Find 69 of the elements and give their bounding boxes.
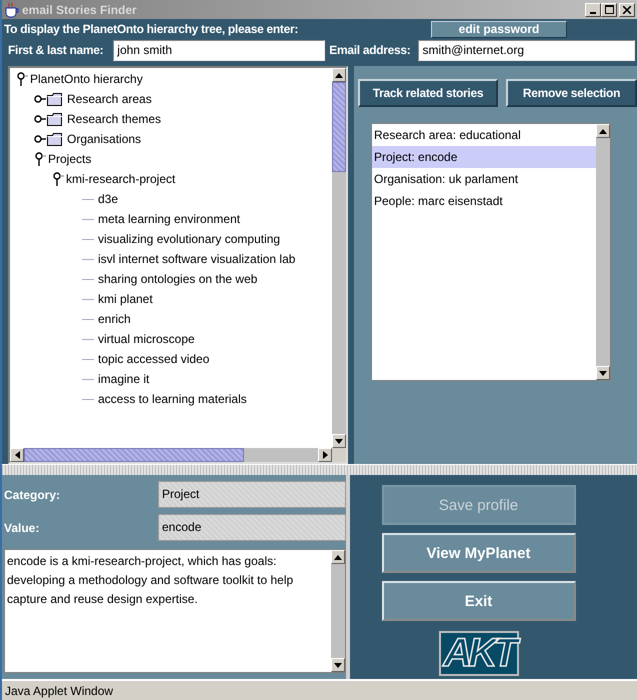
tree-item[interactable]: sharing ontologies on the web: [97, 272, 258, 286]
folder-icon: [47, 92, 63, 106]
scrollbar-thumb[interactable]: [24, 448, 244, 462]
scrollbar-corner: [332, 448, 346, 462]
tree-item[interactable]: Research themes: [66, 112, 162, 126]
value-value: encode: [158, 514, 346, 541]
logo: AKT: [438, 631, 518, 676]
minimize-icon: [590, 12, 596, 14]
name-field[interactable]: john smith: [113, 40, 326, 60]
up-arrow-icon[interactable]: [334, 554, 342, 560]
list-item[interactable]: Research area: educational: [372, 124, 596, 146]
down-arrow-icon[interactable]: [335, 438, 343, 444]
action-button[interactable]: View MyPlanet: [382, 533, 576, 573]
email-field[interactable]: smith@internet.org: [418, 40, 635, 60]
list-item[interactable]: Project: encode: [372, 146, 596, 168]
remove-selection-button[interactable]: Remove selection: [506, 79, 637, 107]
horizontal-scrollbar[interactable]: [10, 448, 346, 462]
splitter-handle[interactable]: [2, 464, 637, 475]
expanded-handle-icon[interactable]: [52, 172, 64, 186]
expanded-handle-icon[interactable]: [34, 152, 46, 166]
tree-item[interactable]: visualizing evolutionary computing: [97, 232, 282, 246]
tree-item[interactable]: kmi planet: [97, 292, 154, 306]
tree-item[interactable]: Research areas: [66, 92, 153, 106]
close-button[interactable]: [619, 2, 635, 16]
maximize-button[interactable]: [601, 2, 617, 16]
category-label: Category:: [4, 488, 62, 502]
list-item[interactable]: People: marc eisenstadt: [372, 190, 596, 212]
action-button[interactable]: Exit: [382, 581, 576, 621]
description-text: encode is a kmi-research-project, which has goals: developing a methodology and software toolkit to help capture and reuse design expertise.: [6, 553, 294, 608]
category-value: Project: [158, 481, 346, 508]
tree-item[interactable]: PlanetOnto hierarchy: [29, 72, 144, 86]
tree-item[interactable]: Projects: [47, 152, 92, 166]
tree-item[interactable]: meta learning environment: [97, 212, 242, 226]
vertical-scrollbar[interactable]: [331, 550, 345, 672]
maximize-icon: [604, 5, 614, 14]
edit-password-button[interactable]: edit password: [431, 20, 567, 38]
instruction-text: To display the PlanetOnto hierarchy tree, please enter:: [4, 22, 300, 36]
close-icon: [623, 6, 631, 14]
vertical-scrollbar[interactable]: [596, 124, 610, 380]
description-area[interactable]: encode is a kmi-research-project, which has goals: developing a methodology and software toolkit to help capture and reuse design expertise.: [4, 549, 346, 673]
down-arrow-icon[interactable]: [599, 370, 607, 376]
status-text: Java Applet Window: [5, 684, 114, 698]
scrollbar-thumb[interactable]: [332, 82, 346, 172]
value-label: Value:: [4, 520, 40, 534]
down-arrow-icon[interactable]: [334, 662, 342, 668]
folder-icon: [47, 132, 63, 146]
track-stories-button[interactable]: Track related stories: [358, 79, 498, 107]
email-label: Email address:: [329, 43, 410, 57]
folder-icon: [47, 112, 63, 126]
tree-item[interactable]: d3e: [97, 192, 120, 206]
tree-item[interactable]: access to learning materials: [97, 392, 248, 406]
tree-item[interactable]: kmi-research-project: [65, 172, 176, 186]
minimize-button[interactable]: [585, 2, 601, 16]
up-arrow-icon[interactable]: [599, 128, 607, 134]
tree-item[interactable]: isvl internet software visualization lab: [97, 252, 296, 266]
list-item[interactable]: Organisation: uk parlament: [372, 168, 596, 190]
tree-item[interactable]: enrich: [97, 312, 132, 326]
vertical-scrollbar[interactable]: [332, 68, 346, 448]
tree-item[interactable]: topic accessed video: [97, 352, 210, 366]
up-arrow-icon[interactable]: [335, 72, 343, 78]
window-title: email Stories Finder: [22, 2, 138, 16]
tree-item[interactable]: Organisations: [66, 132, 142, 146]
right-arrow-icon[interactable]: [322, 451, 328, 459]
name-label: First & last name:: [8, 43, 104, 57]
tree-item[interactable]: virtual microscope: [97, 332, 196, 346]
tree-item[interactable]: imagine it: [97, 372, 150, 386]
left-arrow-icon[interactable]: [14, 451, 20, 459]
expanded-handle-icon[interactable]: [16, 72, 28, 86]
coffee-cup-icon: [4, 2, 20, 18]
